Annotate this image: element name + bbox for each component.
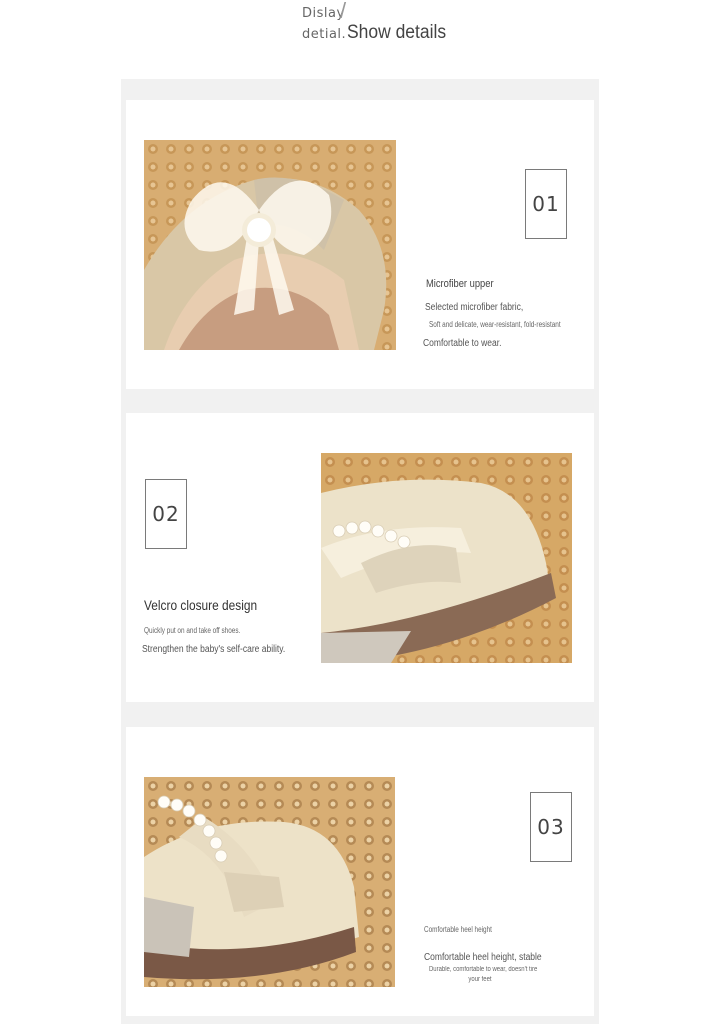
header-label-line2: detial.: [302, 27, 347, 42]
page-header: Dislay / detial. Show details: [0, 0, 717, 70]
product-photo-velcro: [321, 453, 572, 663]
section-3-line3: your feet: [468, 976, 492, 983]
section-1-line3: Comfortable to wear.: [423, 338, 502, 349]
section-number-03: 03: [530, 792, 572, 862]
page-title: Show details: [347, 22, 447, 43]
section-2-title: Velcro closure design: [144, 597, 258, 613]
section-1-line1: Selected microfiber fabric,: [425, 302, 524, 313]
product-photo-bow: [144, 140, 396, 350]
section-number-02: 02: [145, 479, 187, 549]
section-1-title: Microfiber upper: [426, 278, 494, 290]
section-3-line1: Comfortable heel height, stable: [424, 952, 542, 963]
section-2-line1: Quickly put on and take off shoes.: [144, 626, 241, 635]
header-label-line1: Dislay: [302, 6, 345, 21]
section-1-line2: Soft and delicate, wear-resistant, fold-…: [429, 320, 561, 329]
product-photo-heel: [144, 777, 395, 987]
header-slash: /: [340, 0, 347, 23]
section-3-line2: Durable, comfortable to wear, doesn't ti…: [429, 966, 538, 973]
section-3-title: Comfortable heel height: [424, 925, 492, 934]
section-2-line2: Strengthen the baby's self-care ability.: [142, 644, 286, 655]
section-number-01: 01: [525, 169, 567, 239]
